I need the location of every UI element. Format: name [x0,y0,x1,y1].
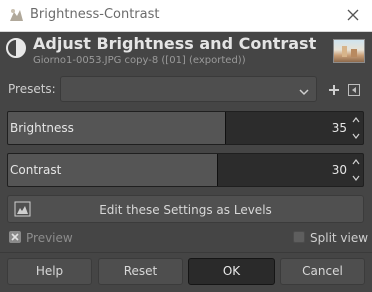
plus-icon[interactable] [327,82,341,96]
brightness-slider[interactable]: Brightness 35 [7,111,364,145]
cancel-button[interactable]: Cancel [280,258,365,285]
preset-menu-icon[interactable] [347,82,361,96]
contrast-slider[interactable]: Contrast 30 [7,153,364,187]
split-view-label: Split view [310,231,369,245]
presets-combo[interactable] [60,76,317,102]
divider [0,252,372,253]
contrast-value[interactable]: 30 [332,163,347,177]
split-view-checkbox[interactable] [293,231,305,243]
title-bar: Brightness-Contrast [0,0,372,32]
edit-as-levels-button[interactable]: Edit these Settings as Levels [7,195,364,223]
image-subtitle: Giorno1-0053.JPG copy-8 ([01] (exported)… [33,55,246,66]
image-thumbnail [333,39,365,63]
chevron-down-icon [298,83,310,96]
brightness-label: Brightness [10,121,74,135]
brightness-contrast-icon [5,37,27,59]
brightness-value[interactable]: 35 [332,121,347,135]
reset-button[interactable]: Reset [98,258,183,285]
ok-button[interactable]: OK [188,258,275,285]
help-button[interactable]: Help [7,258,92,285]
window-title: Brightness-Contrast [30,7,160,22]
brightness-spin-arrows-icon[interactable] [352,115,360,141]
wilber-icon [8,7,25,24]
edit-as-levels-label: Edit these Settings as Levels [99,203,272,217]
dialog-heading: Adjust Brightness and Contrast [33,34,317,53]
preview-label: Preview [26,231,73,245]
brightness-handle[interactable] [224,112,226,144]
presets-label: Presets: [8,82,56,96]
preview-checkbox[interactable] [9,231,21,243]
contrast-handle[interactable] [217,154,219,186]
close-icon[interactable] [343,5,363,25]
contrast-spin-arrows-icon[interactable] [352,157,360,183]
contrast-label: Contrast [10,163,62,177]
